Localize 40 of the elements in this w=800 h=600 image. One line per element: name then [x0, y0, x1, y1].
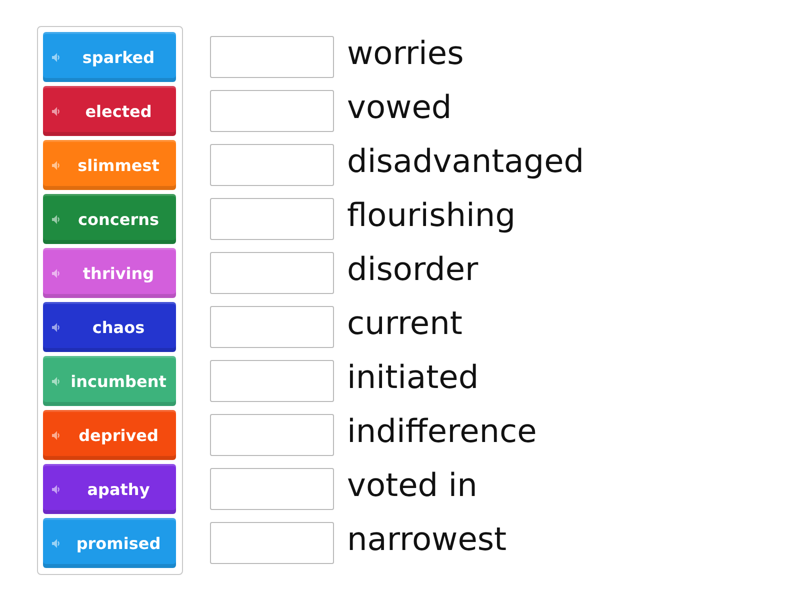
answer-box[interactable] — [210, 360, 334, 402]
speaker-icon[interactable] — [52, 214, 60, 224]
definition-text: initiated — [347, 361, 479, 393]
speaker-icon[interactable] — [52, 160, 60, 170]
speaker-icon[interactable] — [52, 268, 60, 278]
word-tile[interactable]: slimmest — [43, 140, 176, 190]
answer-box[interactable] — [210, 468, 334, 510]
speaker-icon[interactable] — [52, 106, 60, 116]
definition-text: disadvantaged — [347, 145, 584, 177]
definition-text: voted in — [347, 469, 478, 501]
definition-text: current — [347, 307, 462, 339]
definition-text: disorder — [347, 253, 478, 285]
word-tile[interactable]: apathy — [43, 464, 176, 514]
word-tile[interactable]: sparked — [43, 32, 176, 82]
speaker-icon[interactable] — [52, 376, 60, 386]
definition-text: narrowest — [347, 523, 507, 555]
answer-box[interactable] — [210, 522, 334, 564]
speaker-icon[interactable] — [52, 484, 60, 494]
answer-box[interactable] — [210, 252, 334, 294]
word-tile[interactable]: deprived — [43, 410, 176, 460]
word-tile[interactable]: elected — [43, 86, 176, 136]
answer-box[interactable] — [210, 36, 334, 78]
speaker-icon[interactable] — [52, 322, 60, 332]
answer-box[interactable] — [210, 144, 334, 186]
answer-box[interactable] — [210, 90, 334, 132]
speaker-icon[interactable] — [52, 538, 60, 548]
word-tile[interactable]: thriving — [43, 248, 176, 298]
definition-text: indifference — [347, 415, 537, 447]
answer-box[interactable] — [210, 414, 334, 456]
definition-text: worries — [347, 37, 464, 69]
definition-text: flourishing — [347, 199, 516, 231]
word-tile[interactable]: chaos — [43, 302, 176, 352]
definition-text: vowed — [347, 91, 452, 123]
word-tile[interactable]: promised — [43, 518, 176, 568]
speaker-icon[interactable] — [52, 430, 60, 440]
speaker-icon[interactable] — [52, 52, 60, 62]
answer-box[interactable] — [210, 198, 334, 240]
word-tile[interactable]: concerns — [43, 194, 176, 244]
answer-box[interactable] — [210, 306, 334, 348]
word-tile[interactable]: incumbent — [43, 356, 176, 406]
